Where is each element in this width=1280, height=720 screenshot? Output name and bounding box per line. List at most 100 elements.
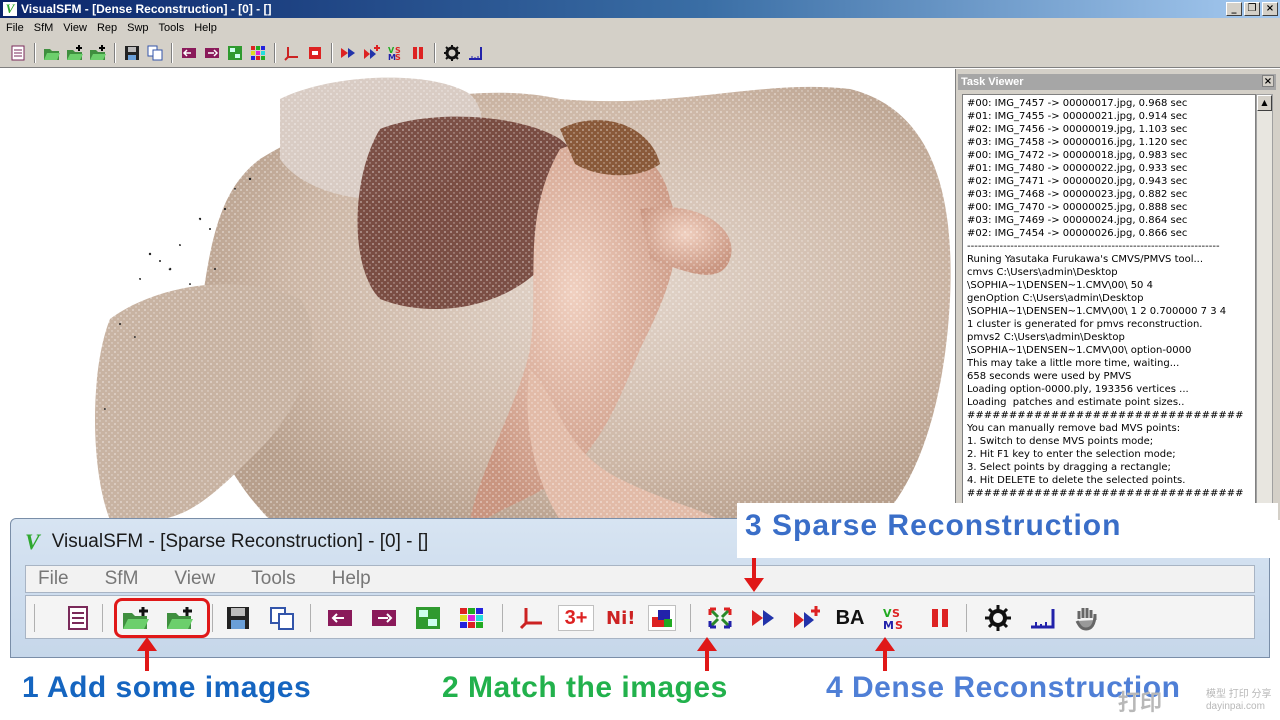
open-icon[interactable] xyxy=(42,43,62,63)
add-more-icon[interactable] xyxy=(88,43,108,63)
toolbar-separator xyxy=(690,604,691,632)
watermark-mark: 打印 xyxy=(1118,690,1163,715)
close-button[interactable]: × xyxy=(1262,2,1278,16)
ruler-icon[interactable] xyxy=(465,43,485,63)
svg-text:S: S xyxy=(895,619,903,630)
inset-title-bar: V VisualSFM - [Sparse Reconstruction] - … xyxy=(25,529,428,555)
log-line: Loading patches and estimate point sizes… xyxy=(967,397,1185,408)
app-logo-icon: V xyxy=(3,2,17,16)
log-line: Runing Yasutaka Furukawa's CMVS/PMVS too… xyxy=(967,254,1204,265)
dense-reconstruction-icon[interactable]: VSMS xyxy=(882,605,910,631)
2d3d-icon[interactable] xyxy=(414,605,442,631)
toolbar-separator xyxy=(34,42,36,63)
log-line: #02: IMG_7454 -> 00000026.jpg, 0.866 sec xyxy=(967,228,1188,239)
log-icon[interactable] xyxy=(64,605,92,631)
add-images-icon[interactable] xyxy=(65,43,85,63)
2d3d-icon[interactable] xyxy=(225,43,245,63)
bundle-adjust-icon[interactable]: BA xyxy=(835,605,865,631)
step3-arrow-icon xyxy=(744,558,764,592)
menu-swp[interactable]: Swp xyxy=(123,22,154,34)
menu-help[interactable]: Help xyxy=(190,22,223,34)
task-viewer-close-button[interactable]: × xyxy=(1262,75,1274,87)
watermark-line2: dayinpai.com xyxy=(1206,701,1265,712)
step2-arrow-icon xyxy=(697,637,717,671)
watermark-line1: 模型 打印 分享 xyxy=(1206,689,1272,700)
log-line: #00: IMG_7457 -> 00000017.jpg, 0.968 sec xyxy=(967,98,1188,109)
toolbar-separator xyxy=(331,42,333,63)
resume-sparse-icon[interactable] xyxy=(792,605,820,631)
log-icon[interactable] xyxy=(8,43,28,63)
log-line: Loading option-0000.ply, 193356 vertices… xyxy=(967,384,1189,395)
toolbar-separator xyxy=(171,42,173,63)
log-line: #01: IMG_7480 -> 00000022.jpg, 0.933 sec xyxy=(967,163,1188,174)
cmvs-icon[interactable]: VSMS xyxy=(385,43,405,63)
title-bar: V VisualSFM - [Dense Reconstruction] - [… xyxy=(0,0,1280,18)
step2-label: 2 Match the images xyxy=(442,671,728,704)
point-cloud-viewport[interactable] xyxy=(0,69,955,520)
toolbar-separator xyxy=(310,604,311,632)
stop-icon[interactable] xyxy=(305,43,325,63)
axis-icon[interactable] xyxy=(518,605,546,631)
menu-file[interactable]: File xyxy=(2,22,30,34)
inset-menu-file[interactable]: File xyxy=(38,568,69,590)
task-viewer-panel: Task Viewer × #00: IMG_7457 -> 00000017.… xyxy=(955,69,1280,520)
restore-button[interactable]: ❐ xyxy=(1244,2,1260,16)
log-line: pmvs2 C:\Users\admin\Desktop xyxy=(967,332,1125,343)
svg-text:S: S xyxy=(395,53,401,61)
add-more-images-icon[interactable] xyxy=(166,605,194,631)
save-icon[interactable] xyxy=(122,43,142,63)
pause-icon[interactable] xyxy=(408,43,428,63)
next-icon[interactable] xyxy=(370,605,398,631)
feature-match-icon[interactable]: Ni! xyxy=(606,605,634,631)
gear-icon[interactable] xyxy=(442,43,462,63)
inset-menu-tools[interactable]: Tools xyxy=(251,568,295,590)
scroll-up-arrow-icon[interactable]: ▲ xyxy=(1257,95,1272,111)
log-line: 1 cluster is generated for pmvs reconstr… xyxy=(967,319,1203,330)
window-title: VisualSFM - [Dense Reconstruction] - [0]… xyxy=(21,2,272,16)
axis-icon[interactable] xyxy=(282,43,302,63)
prev-icon[interactable] xyxy=(326,605,354,631)
grid-icon[interactable] xyxy=(248,43,268,63)
log-line: \SOPHIA~1\DENSEN~1.CMV\00\ 50 4 xyxy=(967,280,1153,291)
run-plus-icon[interactable] xyxy=(362,43,382,63)
log-line: 658 seconds were used by PMVS xyxy=(967,371,1132,382)
inset-menu-sfm[interactable]: SfM xyxy=(105,568,139,590)
hand-icon[interactable] xyxy=(1072,605,1100,631)
log-line: #02: IMG_7456 -> 00000019.jpg, 1.103 sec xyxy=(967,124,1188,135)
prev-icon[interactable] xyxy=(179,43,199,63)
menu-tools[interactable]: Tools xyxy=(155,22,191,34)
copy-icon[interactable] xyxy=(268,605,296,631)
three-plus-icon[interactable]: 3+ xyxy=(558,605,594,631)
compute-match-icon[interactable] xyxy=(706,605,734,631)
sparse-reconstruction-icon[interactable] xyxy=(750,605,778,631)
log-line: #03: IMG_7458 -> 00000016.jpg, 1.120 sec xyxy=(967,137,1188,148)
minimize-button[interactable]: _ xyxy=(1226,2,1242,16)
task-viewer-log[interactable]: #00: IMG_7457 -> 00000017.jpg, 0.968 sec… xyxy=(962,94,1256,520)
ruler-icon[interactable] xyxy=(1028,605,1056,631)
log-line: #00: IMG_7470 -> 00000025.jpg, 0.888 sec xyxy=(967,202,1188,213)
pause-icon[interactable] xyxy=(926,605,954,631)
inset-menu-view[interactable]: View xyxy=(174,568,215,590)
task-viewer-scrollbar[interactable]: ▲ xyxy=(1256,94,1273,520)
view-mode-icon[interactable] xyxy=(648,605,676,631)
log-line: #03: IMG_7469 -> 00000024.jpg, 0.864 sec xyxy=(967,215,1188,226)
menu-sfm[interactable]: SfM xyxy=(30,22,60,34)
menu-view[interactable]: View xyxy=(59,22,93,34)
step1-label: 1 Add some images xyxy=(22,671,312,704)
log-line: #00: IMG_7472 -> 00000018.jpg, 0.983 sec xyxy=(967,150,1188,161)
copy-icon[interactable] xyxy=(145,43,165,63)
add-images-icon[interactable] xyxy=(122,605,150,631)
gear-icon[interactable] xyxy=(984,605,1012,631)
log-line: 2. Hit F1 key to enter the selection mod… xyxy=(967,449,1176,460)
menu-rep[interactable]: Rep xyxy=(93,22,123,34)
save-icon[interactable] xyxy=(224,605,252,631)
task-viewer-title-text: Task Viewer xyxy=(961,76,1024,88)
inset-menu-help[interactable]: Help xyxy=(332,568,371,590)
step3-label: 3 Sparse Reconstruction xyxy=(745,509,1122,542)
grid-icon[interactable] xyxy=(458,605,486,631)
log-line: 1. Switch to dense MVS points mode; xyxy=(967,436,1154,447)
log-line: ----------------------------------------… xyxy=(967,241,1220,252)
run-icon[interactable] xyxy=(339,43,359,63)
bundle-adjust-label: BA xyxy=(835,606,865,629)
next-icon[interactable] xyxy=(202,43,222,63)
